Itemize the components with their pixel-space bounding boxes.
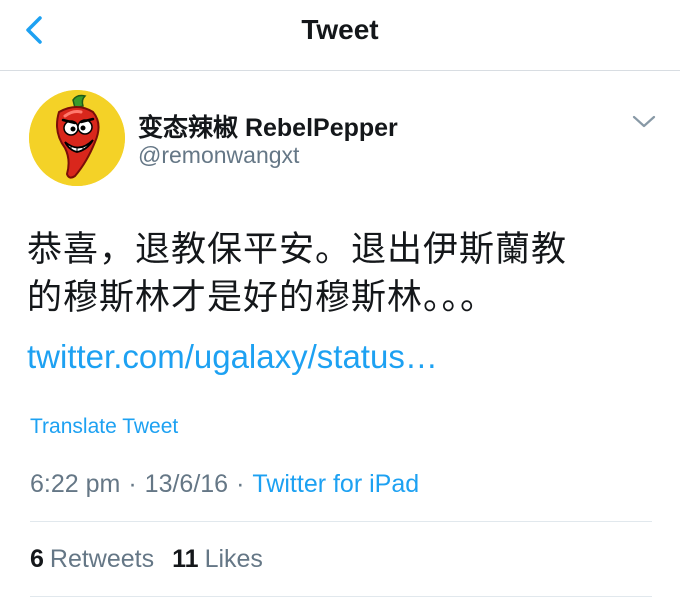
retweets-stat[interactable]: 6 Retweets (30, 545, 154, 573)
translate-tweet-button[interactable]: Translate Tweet (30, 415, 178, 439)
tweet-source-link[interactable]: Twitter for iPad (252, 470, 419, 498)
top-bar: Tweet (0, 0, 680, 71)
likes-label: Likes (204, 545, 263, 573)
retweets-label: Retweets (49, 545, 155, 573)
tweet-text-line: 的穆斯林才是好的穆斯林。。。 (27, 278, 497, 318)
divider (30, 596, 652, 597)
tweet-time: 6:22 pm (30, 470, 121, 498)
display-name[interactable]: 变态辣椒 RebelPepper (138, 108, 398, 144)
user-handle[interactable]: @remonwangxt (138, 142, 299, 169)
pepper-avatar-icon (29, 90, 125, 186)
meta-separator: · (236, 470, 245, 498)
avatar[interactable] (29, 90, 125, 186)
tweet-date: 13/6/16 (144, 470, 229, 498)
tweet-link[interactable]: twitter.com/ugalaxy/status… (27, 338, 438, 376)
meta-separator: · (128, 470, 137, 498)
retweets-count: 6 (30, 545, 44, 573)
page-title: Tweet (301, 14, 379, 45)
tweet-stats: 6 Retweets 11 Likes (30, 545, 263, 574)
tweet-meta: 6:22 pm · 13/6/16 · Twitter for iPad (30, 470, 419, 499)
likes-stat[interactable]: 11 Likes (172, 545, 263, 573)
chevron-down-icon[interactable] (630, 112, 658, 132)
divider (30, 521, 652, 522)
tweet-text: 恭喜，退教保平安。退出伊斯蘭教 的穆斯林才是好的穆斯林。。。 (27, 226, 652, 322)
likes-count: 11 (172, 545, 199, 573)
tweet-text-line: 恭喜，退教保平安。退出伊斯蘭教 (27, 230, 568, 270)
